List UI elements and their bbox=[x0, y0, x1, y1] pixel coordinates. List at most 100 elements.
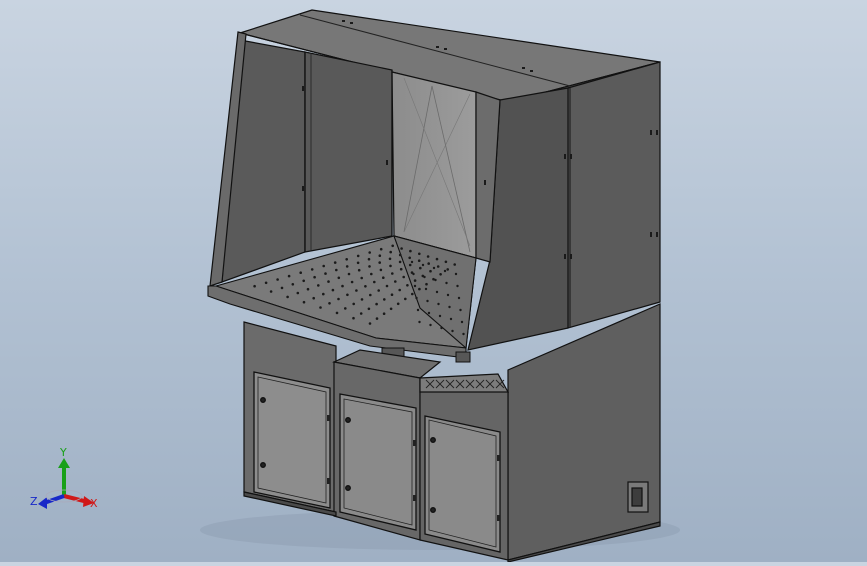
perforation-hole bbox=[352, 316, 355, 320]
perforation-hole bbox=[446, 268, 450, 271]
perforation-hole bbox=[319, 306, 322, 309]
y-axis-arrowhead bbox=[58, 458, 70, 468]
perforation-hole bbox=[346, 293, 349, 297]
perforation-hole bbox=[317, 284, 320, 287]
perforation-hole bbox=[296, 291, 300, 295]
perforation-hole bbox=[378, 254, 382, 257]
perforation-hole bbox=[446, 293, 450, 297]
perforation-hole bbox=[444, 260, 448, 264]
perforation-hole bbox=[367, 257, 371, 261]
z-axis-arrowhead bbox=[38, 497, 47, 509]
perforation-hole bbox=[291, 283, 295, 286]
perforation-hole bbox=[345, 265, 349, 268]
perforation-hole bbox=[432, 266, 436, 270]
z-axis-label: Z bbox=[30, 495, 38, 508]
perforation-hole bbox=[367, 307, 371, 311]
perforation-hole bbox=[437, 302, 440, 306]
perforation-hole bbox=[413, 279, 417, 282]
perforation-hole bbox=[347, 272, 351, 276]
perforation-hole bbox=[460, 320, 464, 324]
perforation-hole bbox=[440, 326, 443, 330]
perforation-hole bbox=[364, 285, 367, 288]
perforation-hole bbox=[388, 257, 392, 261]
perforation-hole bbox=[379, 247, 383, 251]
perforation-hole bbox=[426, 255, 430, 258]
perforation-hole bbox=[449, 317, 453, 321]
perforation-hole bbox=[302, 300, 306, 304]
perforation-hole bbox=[418, 252, 421, 256]
perforation-hole bbox=[435, 257, 439, 261]
perforation-hole bbox=[377, 289, 381, 292]
perforation-hole bbox=[453, 263, 457, 266]
perforation-hole bbox=[385, 284, 389, 288]
perforation-hole bbox=[356, 261, 360, 265]
perforation-hole bbox=[443, 269, 447, 273]
perforation-hole bbox=[435, 290, 439, 294]
perforation-hole bbox=[454, 272, 458, 276]
perforation-hole bbox=[375, 317, 379, 320]
perforation-hole bbox=[379, 268, 383, 272]
perforation-hole bbox=[427, 262, 431, 265]
perforation-hole bbox=[368, 251, 372, 254]
perforation-hole bbox=[413, 284, 417, 288]
perforation-hole bbox=[356, 254, 360, 258]
perforation-hole bbox=[429, 323, 432, 327]
perforation-hole bbox=[389, 250, 393, 254]
y-axis-label: Y bbox=[59, 446, 67, 459]
perforation-hole bbox=[408, 263, 412, 267]
perforation-hole bbox=[409, 249, 412, 253]
perforation-hole bbox=[429, 269, 432, 273]
cad-viewport[interactable]: Y X Z bbox=[0, 0, 867, 563]
perforation-hole bbox=[324, 272, 327, 275]
perforation-hole bbox=[313, 275, 316, 279]
perforation-hole bbox=[438, 314, 442, 318]
perforation-hole bbox=[350, 280, 354, 284]
perforation-hole bbox=[402, 275, 406, 279]
perforation-hole bbox=[423, 275, 426, 279]
perforation-hole bbox=[418, 287, 421, 291]
perforation-hole bbox=[416, 308, 420, 312]
perforation-hole bbox=[345, 258, 349, 261]
perforation-hole bbox=[404, 297, 407, 301]
perforation-hole bbox=[418, 320, 421, 324]
perforation-hole bbox=[445, 281, 448, 285]
perforation-hole bbox=[439, 273, 442, 276]
perforation-hole bbox=[434, 278, 437, 282]
right-door[interactable] bbox=[424, 415, 501, 553]
perforation-hole bbox=[373, 280, 376, 284]
perforation-hole bbox=[396, 302, 400, 306]
perforation-hole bbox=[389, 264, 392, 268]
perforation-hole bbox=[355, 289, 358, 292]
perforation-hole bbox=[287, 274, 291, 278]
perforation-hole bbox=[399, 267, 403, 271]
x-axis-label: X bbox=[90, 497, 98, 510]
perforation-hole bbox=[389, 307, 393, 311]
perforation-hole bbox=[306, 287, 310, 291]
perforation-hole bbox=[302, 279, 306, 283]
perforation-hole bbox=[383, 298, 386, 301]
coordinate-triad: Y X Z bbox=[30, 446, 98, 510]
perforation-hole bbox=[382, 276, 385, 280]
perforation-hole bbox=[368, 265, 371, 268]
perforation-hole bbox=[280, 286, 284, 290]
middle-door[interactable] bbox=[339, 393, 417, 531]
perforation-hole bbox=[264, 281, 268, 285]
perforation-hole bbox=[398, 260, 402, 264]
perforation-hole bbox=[341, 284, 344, 288]
perforation-hole bbox=[390, 293, 394, 297]
perforation-hole bbox=[360, 276, 364, 280]
perforation-hole bbox=[406, 284, 409, 287]
left-door[interactable] bbox=[253, 371, 331, 509]
perforation-hole bbox=[419, 266, 422, 270]
perforation-hole bbox=[424, 287, 428, 291]
perforation-hole bbox=[425, 282, 428, 286]
perforation-hole bbox=[369, 293, 372, 297]
perforation-hole bbox=[382, 312, 386, 316]
perforation-hole bbox=[310, 268, 314, 271]
perforation-hole bbox=[415, 296, 418, 300]
perforation-hole bbox=[333, 261, 337, 264]
perforation-hole bbox=[412, 272, 415, 276]
perforation-hole bbox=[276, 278, 279, 281]
perforation-hole bbox=[417, 259, 421, 263]
perforation-hole bbox=[269, 290, 273, 293]
